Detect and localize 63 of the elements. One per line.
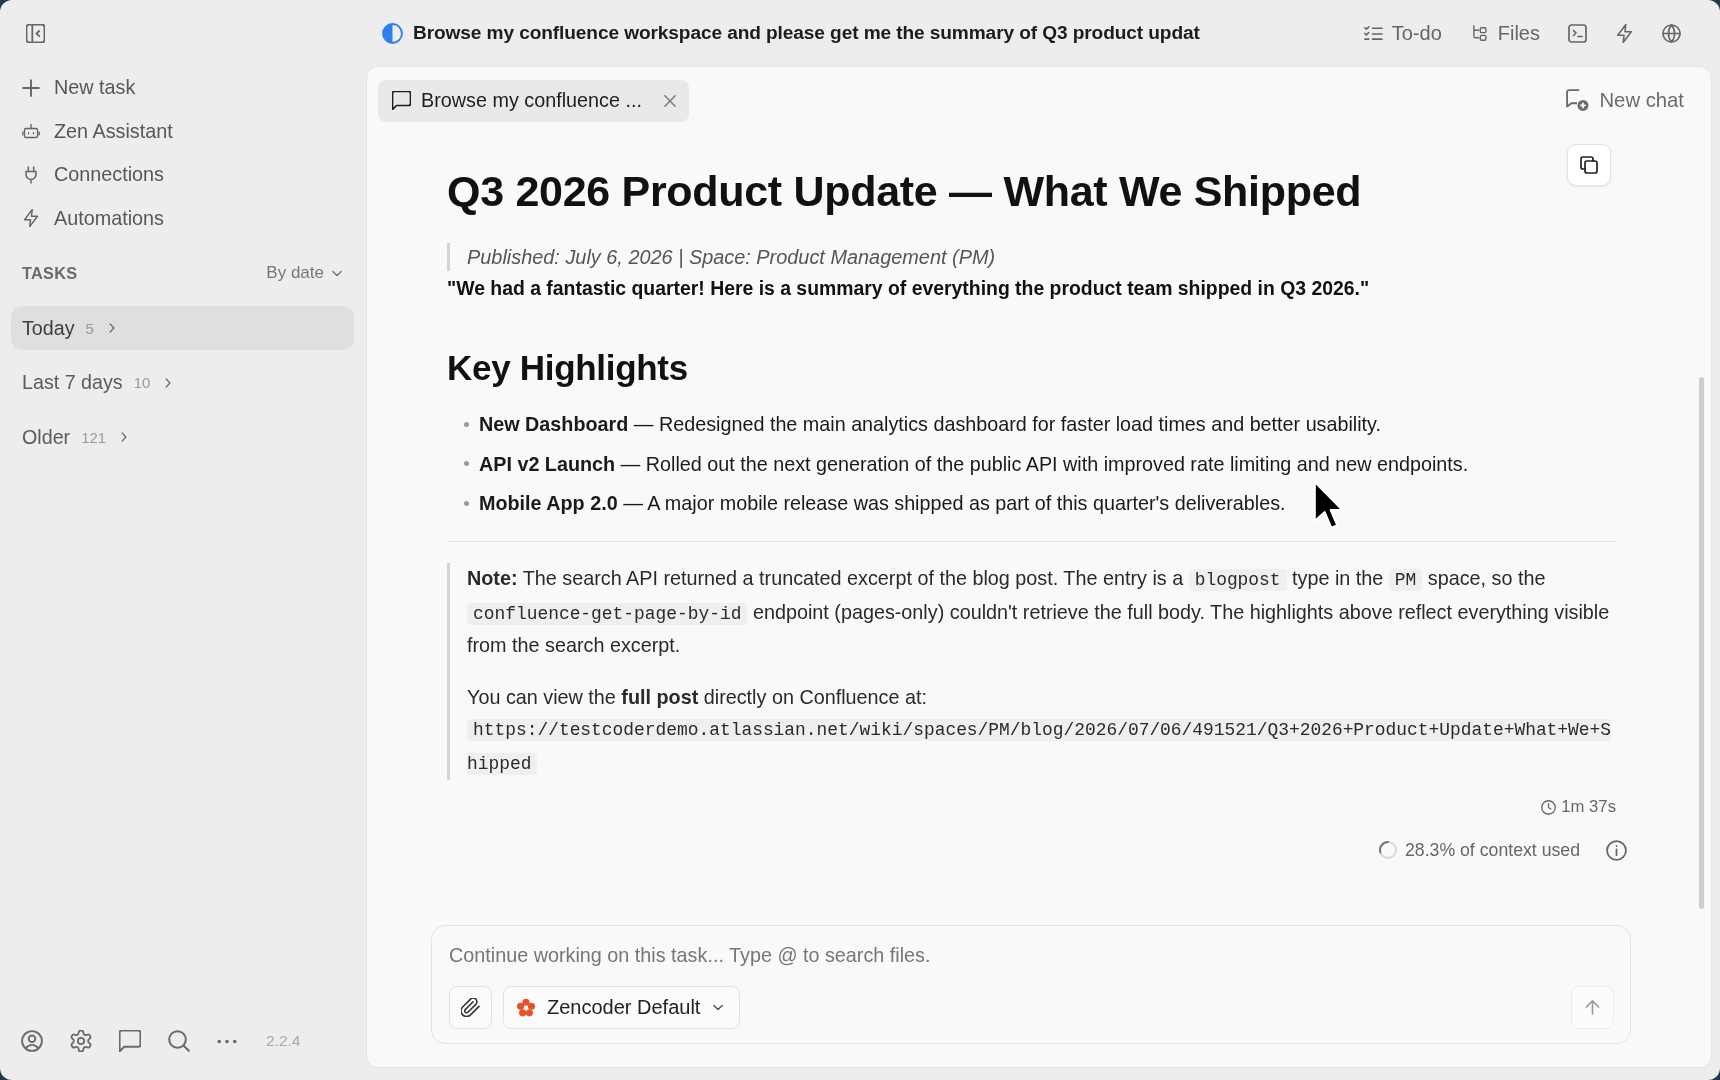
- globe-icon[interactable]: [1662, 23, 1681, 43]
- flower-logo-icon: [516, 997, 536, 1018]
- progress-ring-icon: [1378, 841, 1397, 859]
- bullet-icon: [464, 461, 469, 466]
- chevron-right-icon: [165, 376, 172, 389]
- search-icon[interactable]: [168, 1030, 190, 1052]
- copy-button[interactable]: [1567, 144, 1611, 186]
- note-paragraph: Note: The search API returned a truncated excerpt of the blog post. The entry is a blogpost type in the PM space, so the confluence-get-page-by-id endpoint (pages-only) couldn't retrieve the full body. The highlights above reflect everything visible from the search excerpt.: [467, 566, 1611, 658]
- section-heading: TASKS: [22, 263, 78, 283]
- task-group-item[interactable]: Today 5: [11, 306, 354, 350]
- chevron-right-icon: [121, 431, 128, 443]
- nav-item[interactable]: Zen Assistant: [0, 109, 183, 153]
- model-dropdown[interactable]: Zencoder Default: [503, 986, 741, 1029]
- bolt-icon[interactable]: [1615, 23, 1634, 43]
- highlight-text: API v2 Launch — Rolled out the next generation of the public API with improved rate limiting and new endpoints.: [479, 451, 1469, 477]
- nav-item[interactable]: Connections: [0, 153, 174, 197]
- checklist-icon: [1363, 25, 1383, 41]
- robot-icon: [22, 122, 40, 141]
- new-chat-button[interactable]: New chat: [1566, 89, 1684, 112]
- info-icon[interactable]: [1606, 839, 1627, 861]
- section-heading: Key Highlights: [447, 348, 688, 388]
- duration-label: 1m 37s: [1561, 797, 1616, 817]
- highlight-text: Mobile App 2.0 — A major mobile release was shipped as part of this quarter's deliverables.: [479, 491, 1286, 516]
- new-chat-icon: [1566, 89, 1590, 112]
- bullet-icon: [464, 421, 469, 427]
- context-usage-label: 28.3% of context used: [1404, 839, 1580, 861]
- clock-icon: [1541, 799, 1557, 815]
- highlight-text: New Dashboard — Redesigned the main analytics dashboard for faster load times and better usability.: [479, 412, 1381, 437]
- chat-tab[interactable]: Browse my confluence ...: [378, 79, 689, 122]
- message-title: Q3 2026 Product Update — What We Shipped: [447, 168, 1362, 215]
- copy-icon: [1580, 156, 1598, 174]
- settings-icon[interactable]: [70, 1030, 92, 1052]
- bullet-icon: [464, 500, 469, 506]
- nav-item[interactable]: New task: [0, 66, 146, 110]
- intro-quote: "We had a fantastic quarter! Here is a summary of everything the product team shipped in Q3 2026.": [447, 276, 1371, 301]
- chevron-right-icon: [108, 322, 115, 334]
- paperclip-icon: [461, 998, 480, 1017]
- task-title: Browse my confluence workspace and please get me the summary of Q3 product updat: [413, 22, 1200, 44]
- sort-dropdown[interactable]: By date: [266, 263, 342, 283]
- scrollbar[interactable]: [1699, 377, 1704, 909]
- plus-icon: [22, 78, 40, 97]
- chat-bubble-icon[interactable]: [119, 1030, 141, 1052]
- bolt-icon: [22, 209, 40, 228]
- arrow-up-icon: [1585, 1000, 1600, 1015]
- version-label: 2.2.4: [266, 1032, 301, 1050]
- publish-info: Published: July 6, 2026 | Space: Product Management (PM): [447, 243, 1616, 271]
- toolbar-button[interactable]: Files: [1469, 21, 1540, 45]
- chat-bubble-icon: [392, 91, 411, 110]
- task-group-item[interactable]: Older 121: [11, 415, 354, 459]
- toolbar-button[interactable]: To-do: [1363, 21, 1442, 45]
- half-filled-circle-icon: [382, 22, 403, 44]
- message-input[interactable]: Continue working on this task... Type @ to search files.: [449, 942, 1614, 968]
- terminal-icon[interactable]: [1568, 23, 1587, 43]
- nav-item[interactable]: Automations: [0, 196, 174, 240]
- plug-icon: [22, 165, 40, 184]
- sidebar-toggle-icon[interactable]: [26, 24, 45, 43]
- chevron-down-icon: [713, 1004, 724, 1011]
- close-icon[interactable]: [664, 94, 676, 107]
- task-group-item[interactable]: Last 7 days 10: [11, 360, 354, 405]
- more-icon[interactable]: [217, 1038, 237, 1044]
- attach-button[interactable]: [449, 986, 492, 1029]
- user-circle-icon[interactable]: [21, 1030, 43, 1052]
- chevron-down-icon: [332, 269, 342, 277]
